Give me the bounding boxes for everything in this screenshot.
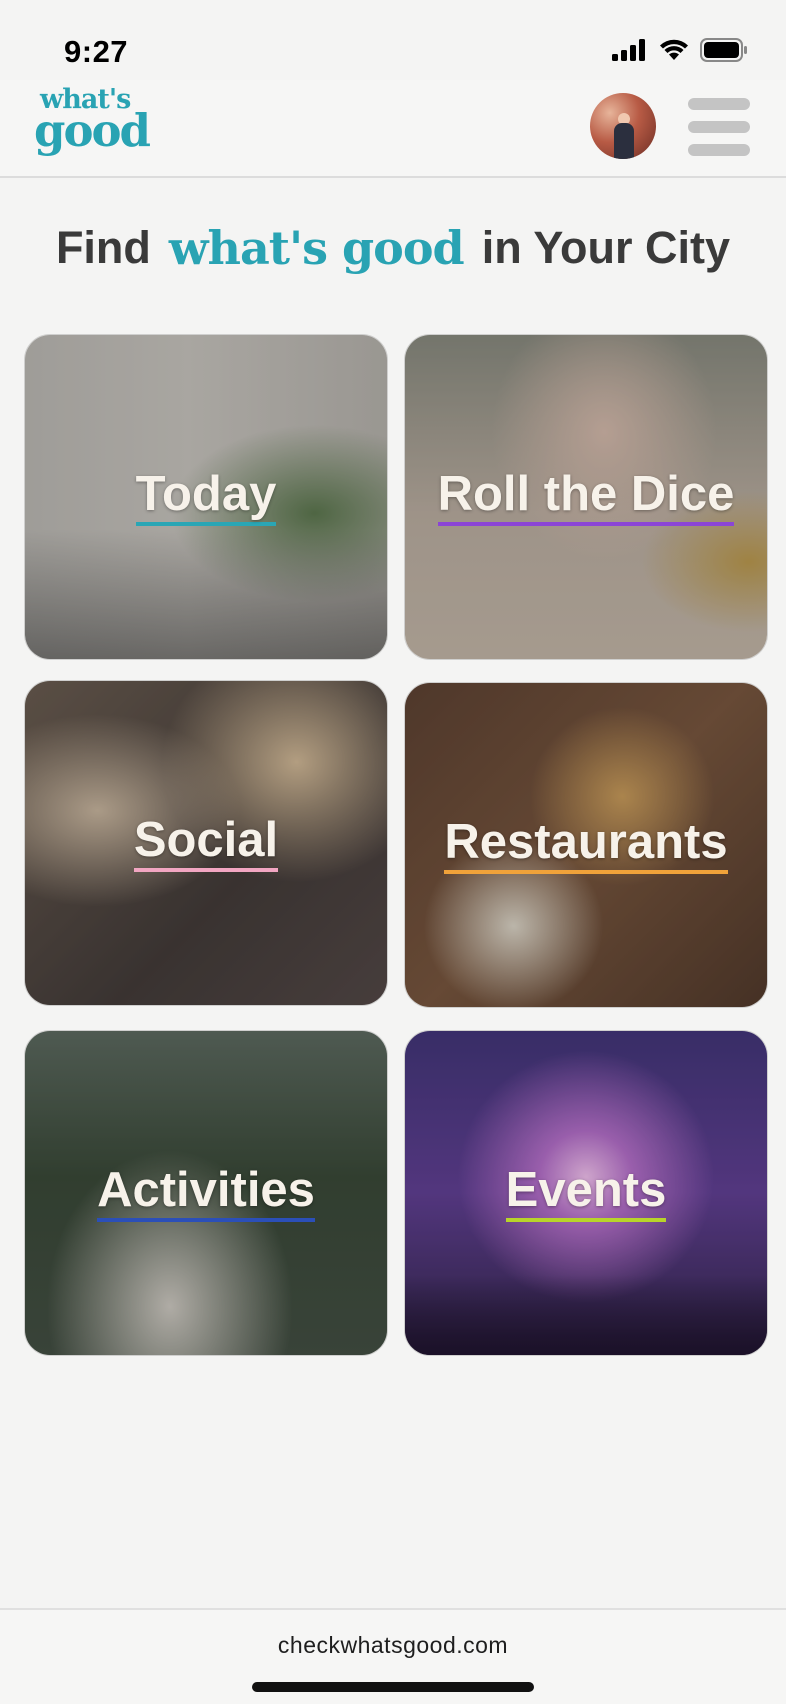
avatar[interactable] — [590, 93, 656, 159]
tile-activities[interactable]: Activities — [24, 1030, 388, 1356]
battery-icon — [700, 38, 747, 62]
url-bar[interactable]: checkwhatsgood.com — [0, 1632, 786, 1659]
tile-activities-label: Activities — [97, 1164, 315, 1222]
hamburger-menu-icon[interactable] — [688, 98, 750, 156]
tile-events-label: Events — [505, 1164, 667, 1222]
home-indicator[interactable] — [252, 1682, 534, 1692]
tile-social-label: Social — [133, 814, 279, 872]
tile-roll-the-dice-label: Roll the Dice — [437, 468, 735, 526]
headline-suffix: in Your City — [481, 222, 731, 273]
tile-today[interactable]: Today — [24, 334, 388, 660]
avatar-body — [614, 123, 634, 159]
tile-today-label: Today — [135, 468, 277, 526]
page-headline: Find what's good in Your City — [0, 222, 786, 302]
headline-prefix: Find — [55, 222, 151, 273]
status-icons — [612, 38, 748, 62]
app-logo[interactable]: what's good — [34, 84, 151, 174]
wifi-icon — [660, 39, 688, 60]
status-time: 9:27 — [64, 34, 129, 69]
signal-icon — [612, 39, 645, 61]
tile-social[interactable]: Social — [24, 680, 388, 1006]
tile-restaurants[interactable]: Restaurants — [404, 682, 768, 1008]
browser-footer: checkwhatsgood.com — [0, 1608, 786, 1704]
tile-roll-the-dice[interactable]: Roll the Dice — [404, 334, 768, 660]
tile-events[interactable]: Events — [404, 1030, 768, 1356]
headline-brand: what's good — [168, 221, 465, 275]
logo-text-bottom: good — [34, 104, 151, 157]
app-header: what's good — [0, 80, 786, 178]
tile-restaurants-label: Restaurants — [444, 816, 728, 874]
